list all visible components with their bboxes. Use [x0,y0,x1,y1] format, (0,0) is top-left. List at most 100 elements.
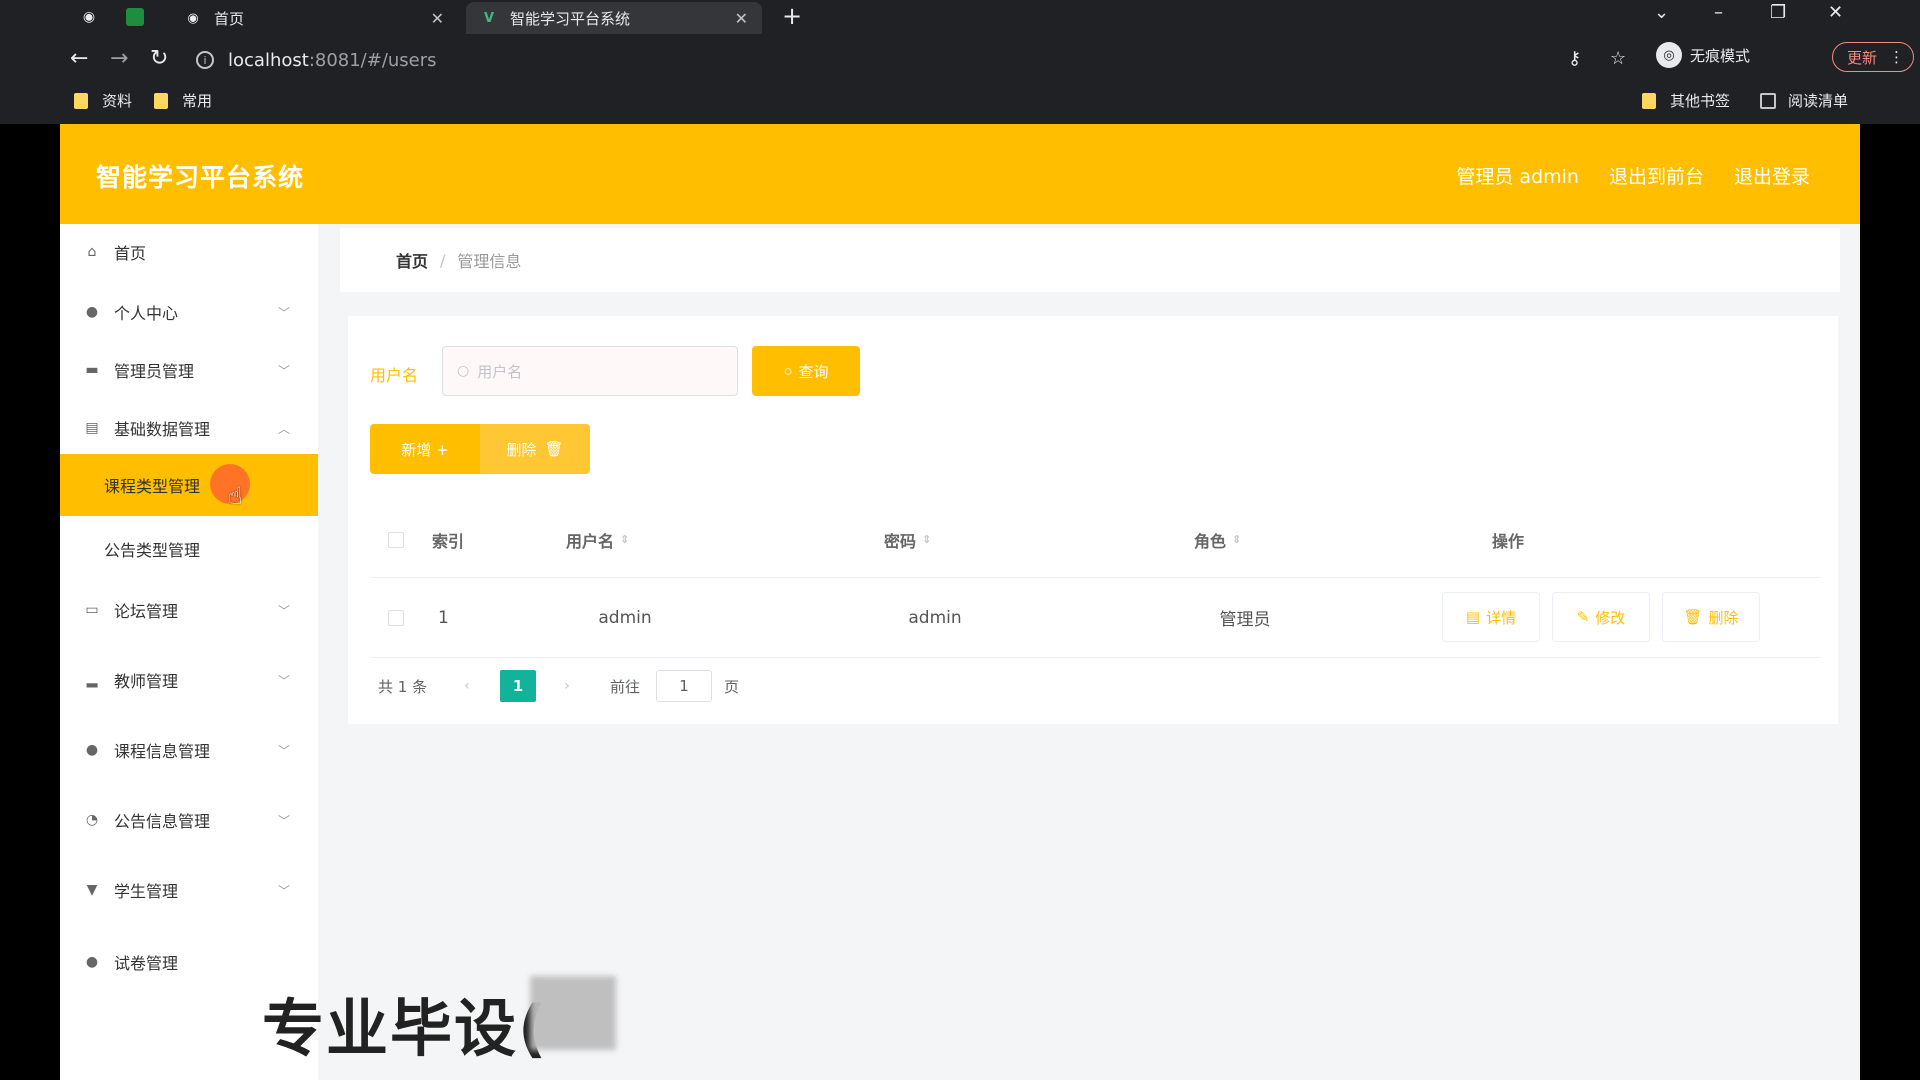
chevron-down-icon[interactable]: ⌄ [1654,2,1669,23]
restore-icon[interactable]: ❐ [1770,2,1786,23]
next-page-icon[interactable]: › [552,670,582,702]
sidebar-item-label: 首页 [114,244,147,263]
hand-cursor-icon: ☝ [228,482,243,510]
header-username[interactable]: 用户名 ⇕ [566,502,629,577]
row-delete-button[interactable]: 🗑 删除 [1662,592,1760,642]
prev-page-icon[interactable]: ‹ [452,670,482,702]
chevron-down-icon: ﹀ [277,305,290,320]
sidebar-item-forum[interactable]: ▭ 论坛管理 ﹀ [60,582,318,638]
vue-icon: V [483,10,495,26]
sheets-icon[interactable] [126,8,144,26]
reading-list[interactable]: 阅读清单 [1760,90,1848,111]
search-placeholder: 用户名 [477,362,523,381]
sidebar-item-notices[interactable]: ◔ 公告信息管理 ﹀ [60,792,318,848]
bookmark-item[interactable]: 资料 [74,90,132,111]
header-links: 管理员 admin 退出到前台 退出登录 [1456,162,1810,189]
header-index: 索引 [432,531,465,551]
key-icon[interactable]: ⚷ [1568,48,1581,69]
sidebar-item-basic-data[interactable]: ▤ 基础数据管理 ︿ [60,400,318,456]
globe-icon: ◉ [187,10,199,26]
url-host: localhost [228,49,309,71]
user-icon: ● [85,304,99,320]
reading-list-label: 阅读清单 [1788,92,1849,110]
address-bar[interactable]: i localhost :8081/#/users [196,44,1616,76]
new-tab-icon[interactable]: + [782,2,802,30]
other-bookmarks[interactable]: 其他书签 [1642,90,1730,111]
batch-delete-button[interactable]: 删除 🗑 [480,424,590,474]
briefcase-icon: ▬ [85,362,99,378]
select-all-checkbox[interactable] [388,531,404,548]
breadcrumb-home[interactable]: 首页 [396,248,428,272]
edit-icon: ✎ [1576,608,1590,626]
sort-icon[interactable]: ⇕ [1232,533,1241,546]
update-button[interactable]: 更新 ⋮ [1832,42,1914,72]
sidebar-item-label: 论坛管理 [114,602,179,621]
window-close-icon[interactable]: ✕ [1828,2,1843,23]
chat-icon: ▭ [85,602,99,618]
detail-button[interactable]: ▤ 详情 [1442,592,1540,642]
sidebar-item-profile[interactable]: ● 个人中心 ﹀ [60,284,318,340]
close-icon[interactable]: ✕ [735,9,748,28]
bookmarks-bar: 资料 常用 其他书签 阅读清单 [60,88,1860,114]
edit-button[interactable]: ✎ 修改 [1552,592,1650,642]
page-jump-input[interactable]: 1 [656,670,712,702]
forward-icon[interactable]: → [110,46,128,71]
breadcrumb-current: 管理信息 [457,252,522,271]
chevron-down-icon: ﹀ [277,603,290,618]
bulb-icon: ● [85,954,99,970]
sidebar-item-notice-type[interactable]: 公告类型管理 [60,518,318,580]
search-input[interactable]: ○ 用户名 [442,346,738,396]
sidebar-item-home[interactable]: ⌂ 首页 [60,224,318,280]
sidebar-item-courses[interactable]: ● 课程信息管理 ﹀ [60,722,318,778]
sidebar-item-students[interactable]: ▼ 学生管理 ﹀ [60,862,318,918]
folder-icon [154,92,168,109]
bookmark-item[interactable]: 常用 [154,90,212,111]
sort-icon[interactable]: ⇕ [620,533,629,546]
sidebar-item-admins[interactable]: ▬ 管理员管理 ﹀ [60,342,318,398]
chevron-down-icon: ﹀ [277,363,290,378]
search-label: 用户名 [370,366,419,385]
sidebar-item-course-type[interactable]: 课程类型管理 ☝ [60,454,318,516]
chrome-icon[interactable]: ◉ [78,6,100,28]
header-role[interactable]: 角色 ⇕ [1194,502,1241,577]
reload-icon[interactable]: ↻ [150,46,168,71]
chevron-down-icon: ﹀ [277,883,290,898]
incognito-icon: ◎ [1656,42,1682,68]
search-button[interactable]: ○ 查询 [752,346,860,396]
star-icon[interactable]: ☆ [1610,48,1626,69]
document-icon: ▤ [1465,608,1481,626]
back-to-front-link[interactable]: 退出到前台 [1609,162,1704,189]
header-password[interactable]: 密码 ⇕ [884,502,931,577]
back-icon[interactable]: ← [70,46,88,71]
pagination: 共 1 条 ‹ 1 › 前往 1 页 [370,670,970,702]
chevron-down-icon: ﹀ [277,743,290,758]
pagination-total: 共 1 条 [378,678,428,696]
page-number-active[interactable]: 1 [500,670,536,702]
row-checkbox[interactable] [388,609,404,626]
pagination-unit: 页 [724,678,740,696]
close-icon[interactable]: ✕ [431,9,444,28]
sort-icon[interactable]: ⇕ [922,533,931,546]
home-icon: ⌂ [87,244,97,260]
sidebar-item-label: 课程信息管理 [114,742,211,761]
compass-icon: ◔ [85,812,99,828]
tab-active[interactable]: V 智能学习平台系统 ✕ [466,2,762,34]
table-header: 索引 用户名 ⇕ 密码 ⇕ 角色 ⇕ 操作 [370,502,1820,578]
app-header: 智能学习平台系统 管理员 admin 退出到前台 退出登录 [60,124,1860,224]
incognito-indicator[interactable]: ◎ 无痕模式 [1656,42,1750,68]
minimize-icon[interactable]: – [1714,2,1723,23]
table-row: 1 admin admin 管理员 ▤ 详情 ✎ 修改 🗑 删除 [370,578,1820,658]
tab-home[interactable]: ◉ 首页 ✕ [170,2,458,34]
info-icon[interactable]: i [196,51,214,69]
chart-icon: ▂ [86,672,98,688]
app: 智能学习平台系统 管理员 admin 退出到前台 退出登录 ⌂ 首页 ● 个人中… [60,124,1860,1080]
reading-list-icon [1760,92,1776,109]
sidebar-item-label: 基础数据管理 [114,420,211,439]
select-all-cell [388,502,404,577]
tab-label: 首页 [214,9,245,28]
admin-label: 管理员 admin [1456,166,1579,188]
logout-link[interactable]: 退出登录 [1734,162,1810,189]
sidebar-item-teachers[interactable]: ▂ 教师管理 ﹀ [60,652,318,708]
add-button[interactable]: 新增 + [370,424,480,474]
browser-chrome: ◉ ◉ 首页 ✕ V 智能学习平台系统 ✕ + ⌄ – ❐ ✕ ← → ↻ i … [0,0,1920,124]
